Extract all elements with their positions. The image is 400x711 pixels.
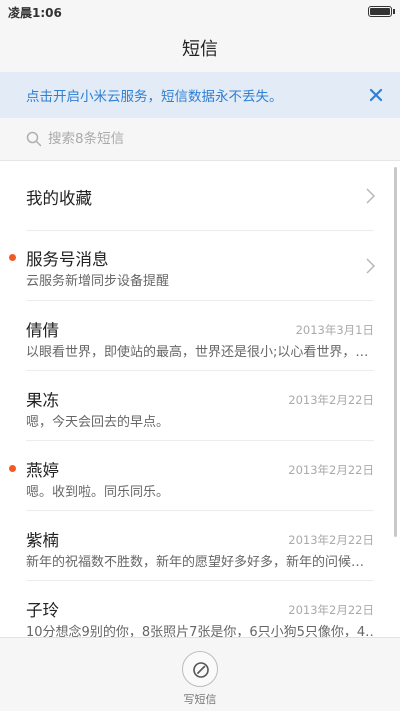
contact-name: 子玲 (26, 601, 59, 620)
contact-name: 倩倩 (26, 321, 59, 340)
search-bar[interactable] (0, 118, 400, 160)
message-preview: 嗯。收到啦。同乐同乐。 (26, 485, 170, 500)
favorites-label: 我的收藏 (26, 189, 92, 208)
scrollbar[interactable] (394, 167, 397, 537)
chevron-right-icon (364, 188, 376, 204)
message-preview: 以眼看世界，即使站的最高，世界还是很小;以心看世界，… (26, 345, 369, 360)
unread-dot (9, 254, 16, 261)
battery-icon (368, 6, 392, 17)
search-input[interactable] (48, 128, 368, 150)
service-messages-label: 服务号消息 (26, 250, 109, 269)
cloud-banner-text[interactable]: 点击开启小米云服务，短信数据永不丢失。 (26, 85, 283, 105)
status-bar: 凌晨1:06 (0, 0, 400, 24)
cloud-service-banner[interactable]: 点击开启小米云服务，短信数据永不丢失。 (0, 72, 400, 118)
conversation-row[interactable]: 子玲 2013年2月22日 10分想念9别的你，8张照片7张是你，6只小狗5只像… (0, 581, 400, 637)
message-date: 2013年2月22日 (288, 463, 374, 477)
conversation-row[interactable]: 燕婷 2013年2月22日 嗯。收到啦。同乐同乐。 (0, 441, 400, 511)
contact-name: 燕婷 (26, 461, 59, 480)
contact-name: 果冻 (26, 391, 59, 410)
conversation-row[interactable]: 果冻 2013年2月22日 嗯，今天会回去的早点。 (0, 371, 400, 441)
bottom-bar: 写短信 (0, 637, 400, 711)
service-messages-preview: 云服务新增同步设备提醒 (26, 274, 170, 289)
service-messages-row[interactable]: 服务号消息 云服务新增同步设备提醒 (0, 231, 400, 301)
message-preview: 新年的祝福数不胜数，新年的愿望好多好多，新年的问候… (26, 555, 365, 570)
message-preview: 嗯，今天会回去的早点。 (26, 415, 170, 430)
conversation-list[interactable]: 我的收藏 服务号消息 云服务新增同步设备提醒 倩倩 2013年3月1日 以眼看世… (0, 160, 400, 637)
message-date: 2013年2月22日 (288, 533, 374, 547)
conversation-row[interactable]: 倩倩 2013年3月1日 以眼看世界，即使站的最高，世界还是很小;以心看世界，… (0, 301, 400, 371)
compose-icon (193, 662, 209, 678)
message-date: 2013年2月22日 (288, 393, 374, 407)
close-icon[interactable] (366, 85, 386, 105)
status-time: 凌晨1:06 (8, 6, 62, 20)
message-date: 2013年3月1日 (295, 323, 374, 337)
search-icon (26, 131, 42, 147)
message-date: 2013年2月22日 (288, 603, 374, 617)
conversation-row[interactable]: 紫楠 2013年2月22日 新年的祝福数不胜数，新年的愿望好多好多，新年的问候… (0, 511, 400, 581)
contact-name: 紫楠 (26, 531, 59, 550)
unread-dot (9, 465, 16, 472)
favorites-row[interactable]: 我的收藏 (0, 161, 400, 231)
title-bar: 短信 (0, 24, 400, 72)
battery-tip (393, 9, 395, 14)
page-title: 短信 (182, 39, 218, 60)
message-preview: 10分想念9别的你，8张照片7张是你，6只小狗5只像你，4… (26, 625, 374, 637)
compose-label[interactable]: 写短信 (0, 691, 400, 707)
chevron-right-icon (364, 258, 376, 274)
compose-button[interactable] (182, 651, 218, 687)
